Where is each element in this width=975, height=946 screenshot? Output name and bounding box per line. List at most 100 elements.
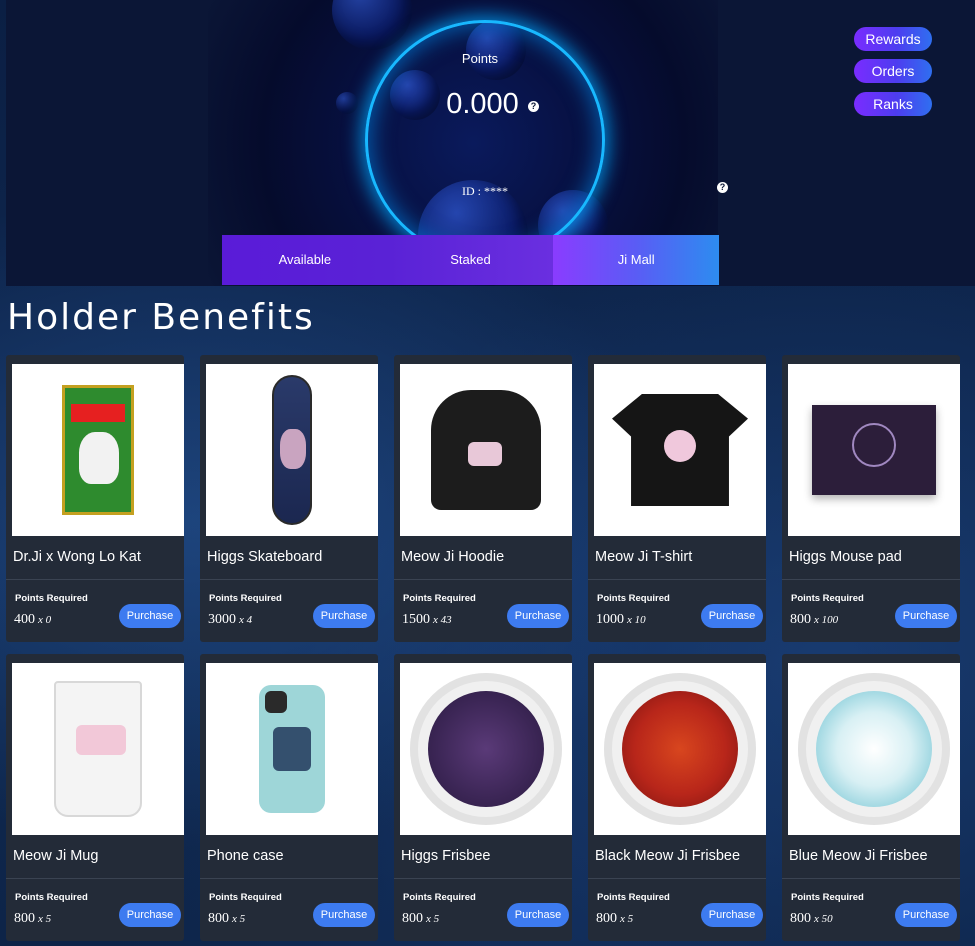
id-help-icon[interactable]: ? xyxy=(717,182,728,193)
purchase-button[interactable]: Purchase xyxy=(119,604,181,628)
points-required-value: 800 x 100 xyxy=(790,612,838,628)
product-image xyxy=(400,364,572,536)
frisbee-image xyxy=(798,673,950,825)
ranks-button[interactable]: Ranks xyxy=(854,92,932,116)
stock-quantity: x 50 xyxy=(814,913,833,925)
juice-box-image xyxy=(62,385,134,515)
points-cost: 3000 xyxy=(208,612,236,627)
points-required-label: Points Required xyxy=(403,593,476,604)
points-cost: 800 xyxy=(596,911,617,926)
stock-quantity: x 5 xyxy=(232,913,246,925)
points-required-value: 400 x 0 xyxy=(14,612,51,628)
product-card: Meow Ji Hoodie Points Required 1500 x 43 … xyxy=(394,355,572,642)
stock-quantity: x 5 xyxy=(620,913,634,925)
product-card: Meow Ji Mug Points Required 800 x 5 Purch… xyxy=(6,654,184,941)
points-required-value: 800 x 5 xyxy=(596,911,633,927)
section-title: Holder Benefits xyxy=(7,297,315,338)
product-name: Black Meow Ji Frisbee xyxy=(595,848,741,864)
mug-image xyxy=(54,681,142,817)
product-name: Meow Ji Mug xyxy=(13,848,99,864)
skateboard-image xyxy=(272,375,312,525)
points-cost: 800 xyxy=(208,911,229,926)
card-divider xyxy=(6,878,184,879)
purchase-button[interactable]: Purchase xyxy=(507,903,569,927)
points-cost: 800 xyxy=(14,911,35,926)
product-image xyxy=(788,663,960,835)
frisbee-image xyxy=(410,673,562,825)
points-required-value: 3000 x 4 xyxy=(208,612,252,628)
points-required-value: 800 x 50 xyxy=(790,911,833,927)
points-tabs: Available Staked Ji Mall xyxy=(222,235,720,285)
orders-button[interactable]: Orders xyxy=(854,59,932,83)
hoodie-image xyxy=(431,390,541,510)
card-divider xyxy=(200,878,378,879)
points-required-label: Points Required xyxy=(209,892,282,903)
stock-quantity: x 4 xyxy=(239,614,253,626)
card-divider xyxy=(6,579,184,580)
points-cost: 800 xyxy=(790,911,811,926)
product-name: Higgs Frisbee xyxy=(401,848,491,864)
benefits-grid: Dr.Ji x Wong Lo Kat Points Required 400 x… xyxy=(6,355,972,941)
tab-ji-mall[interactable]: Ji Mall xyxy=(553,235,720,285)
points-required-label: Points Required xyxy=(15,593,88,604)
points-cost: 800 xyxy=(402,911,423,926)
points-value: 0.000 xyxy=(446,88,519,120)
product-name: Phone case xyxy=(207,848,284,864)
points-required-value: 1500 x 43 xyxy=(402,612,452,628)
card-divider xyxy=(588,579,766,580)
product-name: Blue Meow Ji Frisbee xyxy=(789,848,928,864)
points-required-label: Points Required xyxy=(597,593,670,604)
stock-quantity: x 100 xyxy=(814,614,839,626)
product-card: Dr.Ji x Wong Lo Kat Points Required 400 x… xyxy=(6,355,184,642)
card-divider xyxy=(394,878,572,879)
product-image xyxy=(206,663,378,835)
tab-staked[interactable]: Staked xyxy=(387,235,554,285)
tab-available[interactable]: Available xyxy=(222,235,388,285)
points-cost: 400 xyxy=(14,612,35,627)
frisbee-image xyxy=(604,673,756,825)
product-card: Meow Ji T-shirt Points Required 1000 x 10… xyxy=(588,355,766,642)
card-divider xyxy=(782,878,960,879)
product-card: Blue Meow Ji Frisbee Points Required 800… xyxy=(782,654,960,941)
points-cost: 800 xyxy=(790,612,811,627)
product-card: Black Meow Ji Frisbee Points Required 80… xyxy=(588,654,766,941)
card-divider xyxy=(200,579,378,580)
points-required-label: Points Required xyxy=(15,892,88,903)
rewards-button[interactable]: Rewards xyxy=(854,27,932,51)
mouse-pad-image xyxy=(812,405,936,495)
purchase-button[interactable]: Purchase xyxy=(701,903,763,927)
decorative-bubble xyxy=(332,0,412,50)
card-divider xyxy=(394,579,572,580)
stock-quantity: x 5 xyxy=(38,913,52,925)
product-image xyxy=(12,663,184,835)
points-cost: 1500 xyxy=(402,612,430,627)
purchase-button[interactable]: Purchase xyxy=(701,604,763,628)
stock-quantity: x 0 xyxy=(38,614,52,626)
points-required-label: Points Required xyxy=(597,892,670,903)
product-card: Higgs Frisbee Points Required 800 x 5 Pur… xyxy=(394,654,572,941)
purchase-button[interactable]: Purchase xyxy=(119,903,181,927)
product-name: Meow Ji T-shirt xyxy=(595,549,693,565)
product-name: Higgs Skateboard xyxy=(207,549,323,565)
product-card: Higgs Skateboard Points Required 3000 x 4… xyxy=(200,355,378,642)
points-required-value: 800 x 5 xyxy=(208,911,245,927)
points-required-label: Points Required xyxy=(403,892,476,903)
product-image xyxy=(400,663,572,835)
purchase-button[interactable]: Purchase xyxy=(313,604,375,628)
purchase-button[interactable]: Purchase xyxy=(895,604,957,628)
product-name: Dr.Ji x Wong Lo Kat xyxy=(13,549,141,565)
user-id-label: ID : **** xyxy=(462,184,508,198)
phone-case-image xyxy=(259,685,325,813)
card-divider xyxy=(782,579,960,580)
points-required-value: 1000 x 10 xyxy=(596,612,646,628)
product-image xyxy=(12,364,184,536)
product-image xyxy=(594,663,766,835)
stock-quantity: x 43 xyxy=(433,614,452,626)
product-image xyxy=(788,364,960,536)
purchase-button[interactable]: Purchase xyxy=(313,903,375,927)
points-help-icon[interactable]: ? xyxy=(528,101,539,112)
purchase-button[interactable]: Purchase xyxy=(507,604,569,628)
product-name: Meow Ji Hoodie xyxy=(401,549,505,565)
points-label: Points xyxy=(461,51,499,66)
purchase-button[interactable]: Purchase xyxy=(895,903,957,927)
